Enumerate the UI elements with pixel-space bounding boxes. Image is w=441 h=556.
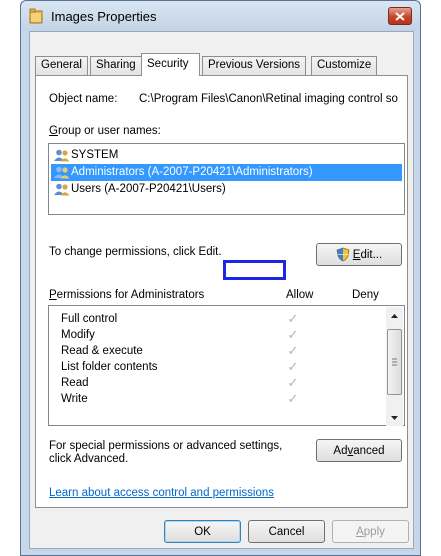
list-item-label: SYSTEM bbox=[71, 149, 119, 161]
users-icon bbox=[54, 149, 70, 162]
apply-button-label: Apply bbox=[356, 525, 385, 538]
close-button[interactable] bbox=[388, 7, 412, 25]
folder-icon bbox=[29, 8, 43, 24]
scroll-up-button[interactable] bbox=[386, 307, 403, 324]
permission-row-read: Read bbox=[61, 377, 89, 389]
object-name-value: C:\Program Files\Canon\Retinal imaging c… bbox=[139, 93, 398, 105]
advanced-button-label: Advanced bbox=[333, 444, 385, 457]
allow-check-icon: ✓ bbox=[287, 375, 299, 390]
change-permissions-text: To change permissions, click Edit. bbox=[49, 246, 222, 258]
advanced-button[interactable]: Advanced bbox=[316, 439, 402, 462]
object-name-label: Object name: bbox=[49, 93, 118, 105]
permissions-list: Full control ✓ Modify ✓ Read & execute ✓… bbox=[48, 305, 405, 426]
permission-row-list-folder: List folder contents bbox=[61, 361, 158, 373]
close-icon bbox=[395, 11, 405, 21]
allow-column-header: Allow bbox=[286, 289, 314, 301]
apply-button[interactable]: Apply bbox=[332, 520, 409, 543]
special-permissions-text-line2: click Advanced. bbox=[49, 453, 129, 465]
scroll-down-icon bbox=[391, 415, 398, 420]
permission-row-write: Write bbox=[61, 393, 88, 405]
scroll-thumb[interactable] bbox=[387, 329, 402, 395]
allow-check-icon: ✓ bbox=[287, 391, 299, 406]
permissions-scrollbar[interactable] bbox=[386, 307, 403, 426]
scroll-down-button[interactable] bbox=[386, 409, 403, 426]
users-icon bbox=[54, 166, 70, 179]
annotation-highlight-box bbox=[223, 260, 286, 280]
window-title: Images Properties bbox=[51, 9, 157, 24]
learn-access-control-link[interactable]: Learn about access control and permissio… bbox=[49, 487, 274, 499]
list-item-users[interactable]: Users (A-2007-P20421\Users) bbox=[51, 181, 402, 198]
deny-column-header: Deny bbox=[352, 289, 379, 301]
grip-icon bbox=[392, 358, 397, 366]
list-item-label: Users (A-2007-P20421\Users) bbox=[71, 183, 226, 195]
shield-icon bbox=[336, 247, 350, 262]
allow-check-icon: ✓ bbox=[287, 343, 299, 358]
tab-previous-versions[interactable]: Previous Versions bbox=[202, 56, 307, 75]
tab-general[interactable]: General bbox=[35, 56, 88, 75]
cancel-button[interactable]: Cancel bbox=[248, 520, 325, 543]
title-bar[interactable]: Images Properties bbox=[21, 1, 420, 31]
dialog-client-area: General Sharing Security Previous Versio… bbox=[29, 31, 414, 549]
list-item-administrators[interactable]: Administrators (A-2007-P20421\Administra… bbox=[51, 164, 402, 181]
tab-customize[interactable]: Customize bbox=[311, 56, 378, 75]
allow-check-icon: ✓ bbox=[287, 359, 299, 374]
group-user-list[interactable]: SYSTEM Administrators (A-2007-P20421\Adm… bbox=[48, 143, 405, 215]
permissions-label: Permissions for Administrators bbox=[49, 289, 205, 301]
ok-button[interactable]: OK bbox=[164, 520, 241, 543]
permission-row-modify: Modify bbox=[61, 329, 95, 341]
allow-check-icon: ✓ bbox=[287, 311, 299, 326]
properties-window: Images Properties General Sharing Securi… bbox=[20, 0, 421, 556]
edit-button[interactable]: Edit... bbox=[316, 243, 402, 266]
tab-sharing[interactable]: Sharing bbox=[90, 56, 142, 75]
users-icon bbox=[54, 183, 70, 196]
allow-check-icon: ✓ bbox=[287, 327, 299, 342]
security-panel: Object name: C:\Program Files\Canon\Reti… bbox=[35, 75, 408, 508]
edit-button-label: Edit... bbox=[352, 248, 383, 261]
special-permissions-text-line1: For special permissions or advanced sett… bbox=[49, 440, 283, 452]
group-user-names-label: Group or user names: bbox=[49, 125, 161, 137]
permission-row-read-execute: Read & execute bbox=[61, 345, 143, 357]
list-item-label: Administrators (A-2007-P20421\Administra… bbox=[71, 166, 313, 178]
list-item-system[interactable]: SYSTEM bbox=[51, 147, 402, 164]
scroll-up-icon bbox=[391, 313, 398, 318]
permission-row-full-control: Full control bbox=[61, 313, 118, 325]
tab-security[interactable]: Security bbox=[141, 53, 200, 76]
